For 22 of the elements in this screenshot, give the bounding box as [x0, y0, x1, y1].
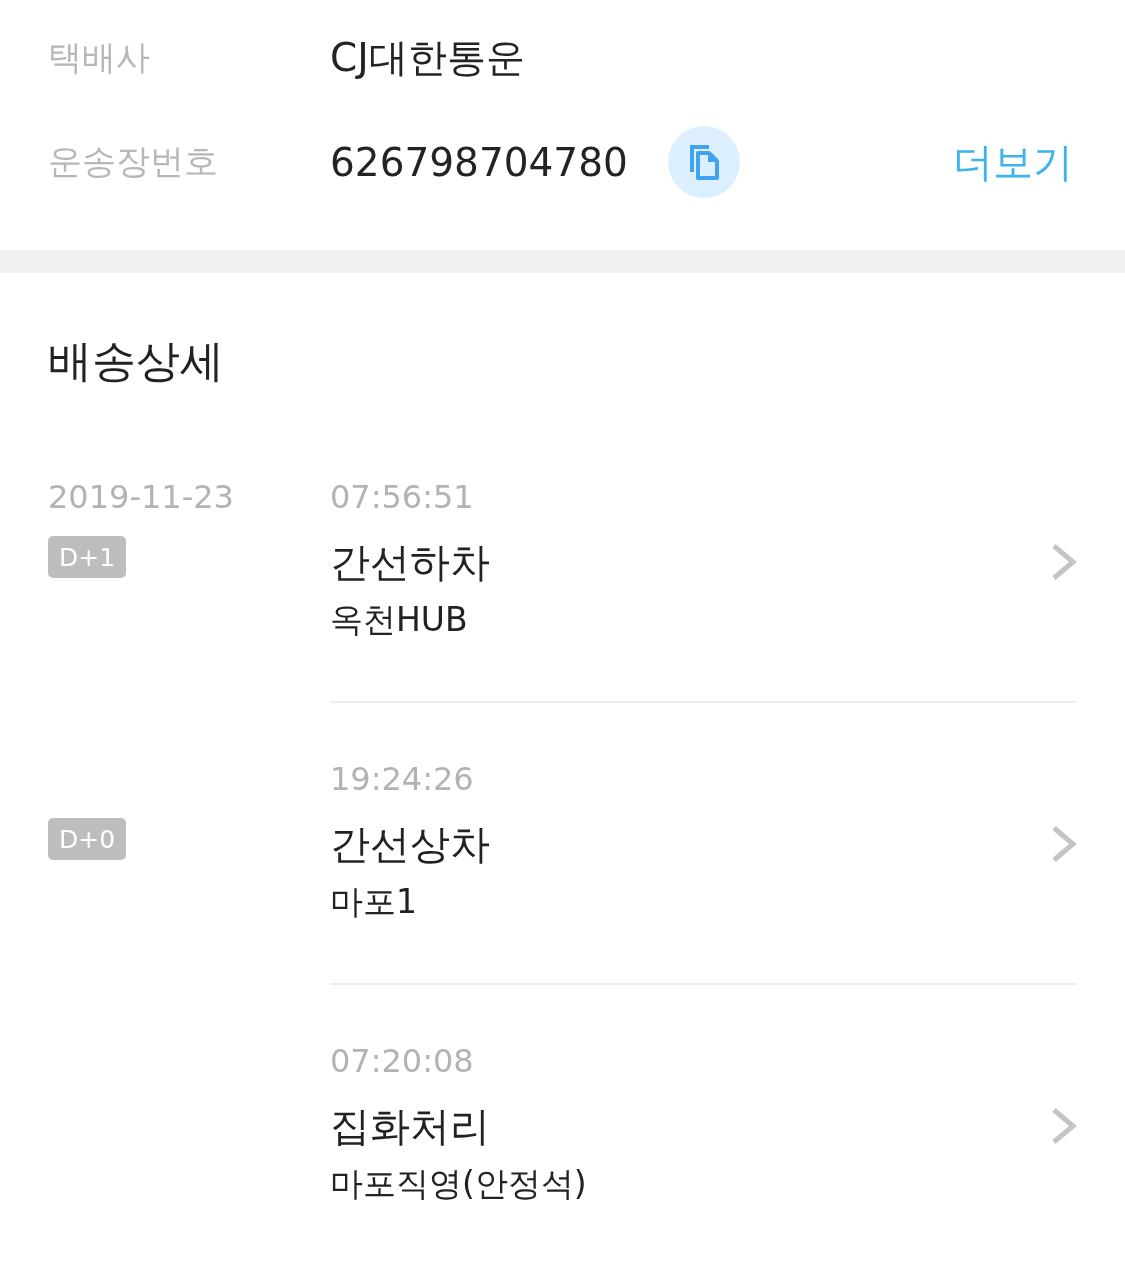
chevron-right-icon[interactable] — [1051, 1107, 1077, 1145]
field-label: 택배사 — [48, 36, 151, 79]
field-value: CJ대한통운 — [330, 34, 525, 82]
event-status: 간선하차 — [330, 538, 490, 587]
event-status: 간선상차 — [330, 820, 490, 869]
event-date: 2019-11-23 — [48, 477, 234, 518]
day-offset-badge: D+1 — [48, 536, 126, 578]
event-location: 마포1 — [330, 881, 417, 923]
event-status: 집화처리 — [330, 1102, 490, 1151]
event-time: 07:20:08 — [330, 1041, 474, 1082]
event-location: 마포직영(안정석) — [330, 1163, 587, 1205]
section-title: 배송상세 — [48, 334, 224, 388]
copy-icon — [688, 144, 719, 180]
event-time: 19:24:26 — [330, 759, 474, 800]
event-time: 07:56:51 — [330, 477, 474, 518]
day-offset-badge: D+0 — [48, 818, 126, 860]
chevron-right-icon[interactable] — [1051, 543, 1077, 581]
field-value: 626798704780 — [330, 139, 628, 185]
field-label: 운송장번호 — [48, 140, 219, 183]
more-link[interactable]: 더보기 — [953, 134, 1073, 190]
event-location: 옥천HUB — [330, 599, 468, 641]
chevron-right-icon[interactable] — [1051, 825, 1077, 863]
